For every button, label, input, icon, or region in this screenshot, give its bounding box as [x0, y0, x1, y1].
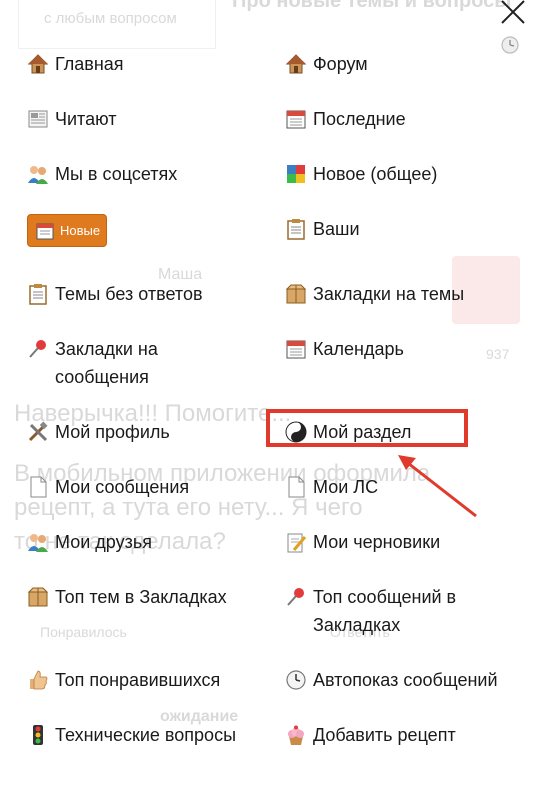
people-icon — [28, 166, 48, 184]
menu-item-socials[interactable]: Мы в соцсетях — [27, 160, 177, 188]
menu-item-autoshow[interactable]: Автопоказ сообщений — [285, 666, 498, 694]
clipboard-icon — [287, 219, 305, 240]
traffic-light-icon — [33, 725, 43, 745]
menu-item-tech-questions[interactable]: Технические вопросы — [27, 721, 236, 749]
pencil-note-icon — [287, 533, 307, 553]
calendar-icon — [286, 340, 306, 359]
menu-item-label: Мои сообщения — [55, 477, 190, 497]
menu-item-label: Форум — [313, 54, 368, 74]
menu-item-top-liked[interactable]: Топ понравившихся — [27, 666, 220, 694]
menu-item-add-recipe[interactable]: Добавить рецепт — [285, 721, 456, 749]
highlight-box — [266, 409, 468, 447]
newspaper-icon — [28, 110, 48, 128]
menu-item-label: Закладки на сообщения — [55, 339, 158, 387]
document-icon — [288, 476, 305, 498]
menu-item-label: Главная — [55, 54, 124, 74]
close-icon[interactable] — [498, 0, 528, 26]
thumbs-up-icon — [30, 670, 48, 690]
arrow-annotation — [398, 455, 477, 518]
menu-item-my-profile[interactable]: Мой профиль — [27, 418, 170, 446]
menu-item-label: Топ понравившихся — [55, 670, 221, 690]
calendar-icon — [36, 223, 54, 239]
menu-item-bookmarks-messages[interactable]: Закладки на сообщения — [27, 335, 227, 391]
pushpin-icon — [287, 588, 304, 606]
menu-item-my-friends[interactable]: Мои друзья — [27, 528, 152, 556]
calendar-icon — [286, 110, 306, 129]
menu-item-label: Ваши — [313, 219, 360, 239]
menu-item-label: Мои друзья — [55, 532, 152, 552]
menu-item-no-answers[interactable]: Темы без ответов — [27, 280, 203, 308]
menu-item-top-messages-bookmarks[interactable]: Топ сообщений в Закладках — [285, 583, 505, 639]
menu-item-label: Мы в соцсетях — [55, 164, 178, 184]
document-icon — [30, 476, 47, 498]
cupcake-icon — [288, 725, 304, 745]
menu-item-label: Последние — [313, 109, 406, 129]
menu-item-label: Новое (общее) — [313, 164, 438, 184]
menu-item-label: Читают — [55, 109, 117, 129]
new-button-label: Новые — [60, 223, 101, 238]
menu-item-label: Топ сообщений в Закладках — [313, 587, 457, 635]
menu-item-my-messages[interactable]: Мои сообщения — [27, 473, 189, 501]
menu-item-label: Мой профиль — [55, 422, 170, 442]
clock-icon — [286, 670, 306, 690]
new-button[interactable]: Новые — [27, 214, 107, 247]
menu-item-label: Календарь — [313, 339, 404, 359]
menu-item-calendar[interactable]: Календарь — [285, 335, 404, 363]
tools-icon — [28, 421, 48, 442]
people-icon — [28, 534, 48, 552]
menu-item-chitayut[interactable]: Читают — [27, 105, 116, 133]
menu-item-label: Добавить рецепт — [313, 725, 456, 745]
pushpin-icon — [29, 340, 46, 358]
menu-item-label: Закладки на темы — [313, 284, 465, 304]
menu-item-yours[interactable]: Ваши — [285, 215, 360, 243]
clipboard-icon — [29, 284, 47, 305]
menu-item-label: Мои черновики — [313, 532, 441, 552]
box-icon — [27, 587, 49, 607]
menu-item-label: Темы без ответов — [55, 284, 203, 304]
clock-icon — [501, 36, 519, 54]
navigation-menu: Главная Читают Мы в соцсетях Новые Темы … — [0, 0, 542, 800]
menu-item-new-general[interactable]: Новое (общее) — [285, 160, 437, 188]
menu-item-glavnaya[interactable]: Главная — [27, 50, 124, 78]
box-icon — [285, 284, 307, 304]
menu-item-my-pm[interactable]: Мои ЛС — [285, 473, 378, 501]
house-icon — [285, 54, 307, 74]
menu-item-latest[interactable]: Последние — [285, 105, 406, 133]
menu-item-my-drafts[interactable]: Мои черновики — [285, 528, 440, 556]
menu-item-label: Топ тем в Закладках — [55, 587, 227, 607]
menu-item-label: Автопоказ сообщений — [313, 670, 498, 690]
menu-item-label: Мои ЛС — [313, 477, 379, 497]
menu-item-label: Технические вопросы — [55, 725, 237, 745]
menu-item-forum[interactable]: Форум — [285, 50, 368, 78]
menu-item-bookmarks-topics[interactable]: Закладки на темы — [285, 280, 464, 308]
colorful-book-icon — [287, 165, 305, 183]
house-icon — [27, 54, 49, 74]
menu-item-top-topics-bookmarks[interactable]: Топ тем в Закладках — [27, 583, 227, 611]
